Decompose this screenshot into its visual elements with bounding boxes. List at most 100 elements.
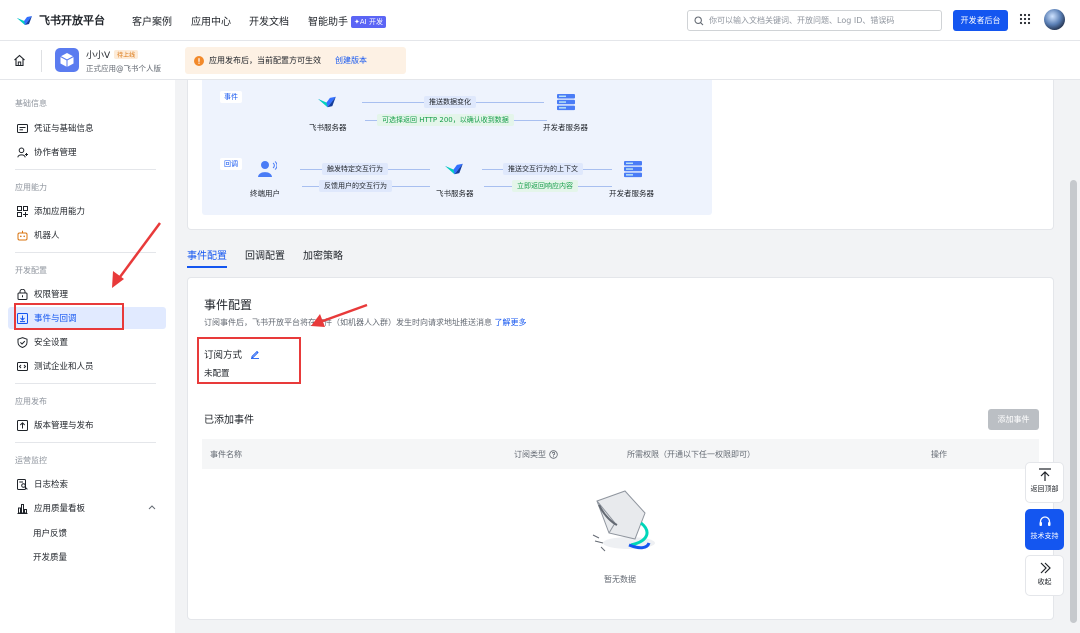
sidebar-item-permissions[interactable]: 权限管理 — [8, 283, 166, 305]
warning-icon — [194, 55, 204, 66]
config-tabs: 事件配置 回调配置 加密策略 — [187, 244, 1067, 268]
developer-server-icon — [556, 93, 576, 111]
feishu-server-icon — [444, 160, 464, 178]
code-box-icon — [16, 360, 28, 372]
callback-tag: 回调 — [220, 158, 242, 170]
create-version-link[interactable]: 创建版本 — [335, 55, 367, 66]
callback-node2-label: 飞书服务器 — [436, 189, 474, 198]
event-left-node-label: 飞书服务器 — [309, 123, 347, 132]
nav-dev-docs[interactable]: 开发文档 — [249, 13, 289, 28]
callback-forward2-label: 推送交互行为的上下文 — [503, 163, 583, 175]
back-to-top-button[interactable]: 返回顶部 — [1025, 462, 1064, 503]
callback-back1-label: 反馈用户的交互行为 — [319, 180, 392, 192]
headset-icon — [1038, 515, 1052, 529]
section-description: 订阅事件后，飞书开放平台将在事件（如机器人入群）发生时向请求地址推送消息 了解更… — [204, 317, 527, 328]
collapse-label: 收起 — [1037, 578, 1052, 586]
event-tag: 事件 — [220, 91, 242, 103]
robot-icon — [16, 229, 28, 241]
learn-more-link[interactable]: 了解更多 — [495, 318, 527, 327]
developer-server-icon — [623, 160, 643, 178]
search-placeholder: 你可以输入文档关键词、开放问题、Log ID、错误码 — [709, 16, 895, 25]
notice-text: 应用发布后，当前配置方可生效 — [209, 56, 321, 65]
app-subtitle: 正式应用@飞书个人版 — [86, 64, 161, 73]
callback-back2-label: 立即返回响应内容 — [512, 180, 578, 192]
tech-support-button[interactable]: 技术支持 — [1025, 509, 1064, 550]
flow-diagram: 事件 飞书服务器 推送数据变化 可选择返回 HTTP 200，以确认收到数据 开… — [202, 80, 712, 215]
shield-icon — [16, 336, 28, 348]
sidebar-item-credentials[interactable]: 凭证与基础信息 — [8, 117, 166, 139]
sidebar-item-label: 协作者管理 — [34, 148, 77, 158]
sidebar-item-add-capability[interactable]: 添加应用能力 — [8, 200, 166, 222]
sidebar-item-bot[interactable]: 机器人 — [8, 224, 166, 246]
flow-card: 事件 飞书服务器 推送数据变化 可选择返回 HTTP 200，以确认收到数据 开… — [187, 80, 1054, 230]
search-icon — [694, 15, 704, 26]
sidebar-item-label: 凭证与基础信息 — [34, 124, 94, 134]
chevron-up-icon[interactable] — [148, 504, 156, 510]
sidebar-item-user-feedback[interactable]: 用户反馈 — [33, 527, 67, 539]
scrollbar-thumb[interactable] — [1070, 180, 1077, 623]
logo-text: 飞书开放平台 — [39, 14, 105, 27]
active-tab-indicator — [187, 266, 227, 268]
event-back-label: 可选择返回 HTTP 200，以确认收到数据 — [377, 114, 514, 126]
app-name-text: 小小V — [86, 51, 111, 61]
column-header-event-name: 事件名称 — [210, 450, 242, 459]
events-table-header: 事件名称 订阅类型 所需权限（开通以下任一权限即可） 操作 — [202, 439, 1039, 469]
sidebar-item-label: 权限管理 — [34, 290, 69, 300]
sidebar-item-collaborators[interactable]: 协作者管理 — [8, 141, 166, 163]
sidebar-item-label: 测试企业和人员 — [34, 362, 94, 372]
sidebar-group-basic: 基础信息 — [15, 99, 47, 108]
home-icon[interactable] — [13, 54, 26, 67]
divider — [15, 169, 156, 170]
id-card-icon — [16, 122, 28, 134]
sidebar-item-label: 添加应用能力 — [34, 207, 86, 217]
app-name: 小小V 待上线 — [86, 48, 139, 61]
bar-chart-icon — [16, 502, 28, 514]
section-title: 事件配置 — [204, 298, 253, 312]
column-header-actions: 操作 — [931, 450, 947, 459]
divider — [41, 50, 42, 72]
nav-smart-assistant[interactable]: 智能助手 ✦AI 开发 — [308, 13, 386, 28]
developer-console-button[interactable]: 开发者后台 — [953, 10, 1008, 31]
sidebar-item-version-release[interactable]: 版本管理与发布 — [8, 414, 166, 436]
collapse-button[interactable]: 收起 — [1025, 555, 1064, 596]
add-event-button[interactable]: 添加事件 — [988, 409, 1039, 430]
nav-customer-cases[interactable]: 客户案例 — [132, 13, 172, 28]
help-icon[interactable] — [549, 450, 558, 459]
sidebar-item-test-tenants[interactable]: 测试企业和人员 — [8, 355, 166, 377]
feishu-logo-icon — [16, 13, 33, 28]
end-user-icon — [257, 160, 277, 178]
user-avatar[interactable] — [1044, 9, 1065, 30]
tech-support-label: 技术支持 — [1030, 532, 1059, 540]
column-header-subscription-type: 订阅类型 — [514, 449, 558, 460]
ai-badge: ✦AI 开发 — [351, 16, 386, 28]
sidebar-group-capabilities: 应用能力 — [15, 183, 47, 192]
nav-app-center[interactable]: 应用中心 — [191, 13, 231, 28]
sidebar-item-quality-board[interactable]: 应用质量看板 — [8, 497, 166, 519]
tab-callback-config[interactable]: 回调配置 — [245, 247, 285, 262]
status-badge: 待上线 — [114, 50, 139, 59]
sidebar: 基础信息 凭证与基础信息 协作者管理 应用能力 添加应用能力 机器人 开发配置 … — [0, 80, 175, 633]
sidebar-item-label: 版本管理与发布 — [34, 421, 94, 431]
column-header-text: 订阅类型 — [514, 450, 546, 459]
tab-encryption[interactable]: 加密策略 — [303, 247, 343, 262]
feishu-logo[interactable]: 飞书开放平台 — [16, 12, 105, 28]
apps-add-icon — [16, 205, 28, 217]
upload-icon — [16, 419, 28, 431]
sidebar-item-security[interactable]: 安全设置 — [8, 331, 166, 353]
sidebar-item-dev-quality[interactable]: 开发质量 — [33, 551, 67, 563]
apps-grid-icon[interactable] — [1019, 13, 1031, 25]
double-chevron-right-icon — [1038, 561, 1052, 575]
tab-event-config[interactable]: 事件配置 — [187, 247, 227, 262]
back-to-top-label: 返回顶部 — [1030, 485, 1059, 493]
sidebar-group-publish: 应用发布 — [15, 397, 47, 406]
feishu-server-icon — [317, 93, 337, 111]
sidebar-group-monitoring: 运营监控 — [15, 456, 47, 465]
search-input[interactable]: 你可以输入文档关键词、开放问题、Log ID、错误码 — [687, 10, 942, 31]
sidebar-item-label: 日志检索 — [34, 480, 69, 490]
person-add-icon — [16, 146, 28, 158]
sidebar-item-label: 机器人 — [34, 231, 60, 241]
added-events-title: 已添加事件 — [204, 415, 254, 426]
divider — [15, 442, 156, 443]
callback-node3-label: 开发者服务器 — [609, 189, 654, 198]
sidebar-item-log-search[interactable]: 日志检索 — [8, 473, 166, 495]
